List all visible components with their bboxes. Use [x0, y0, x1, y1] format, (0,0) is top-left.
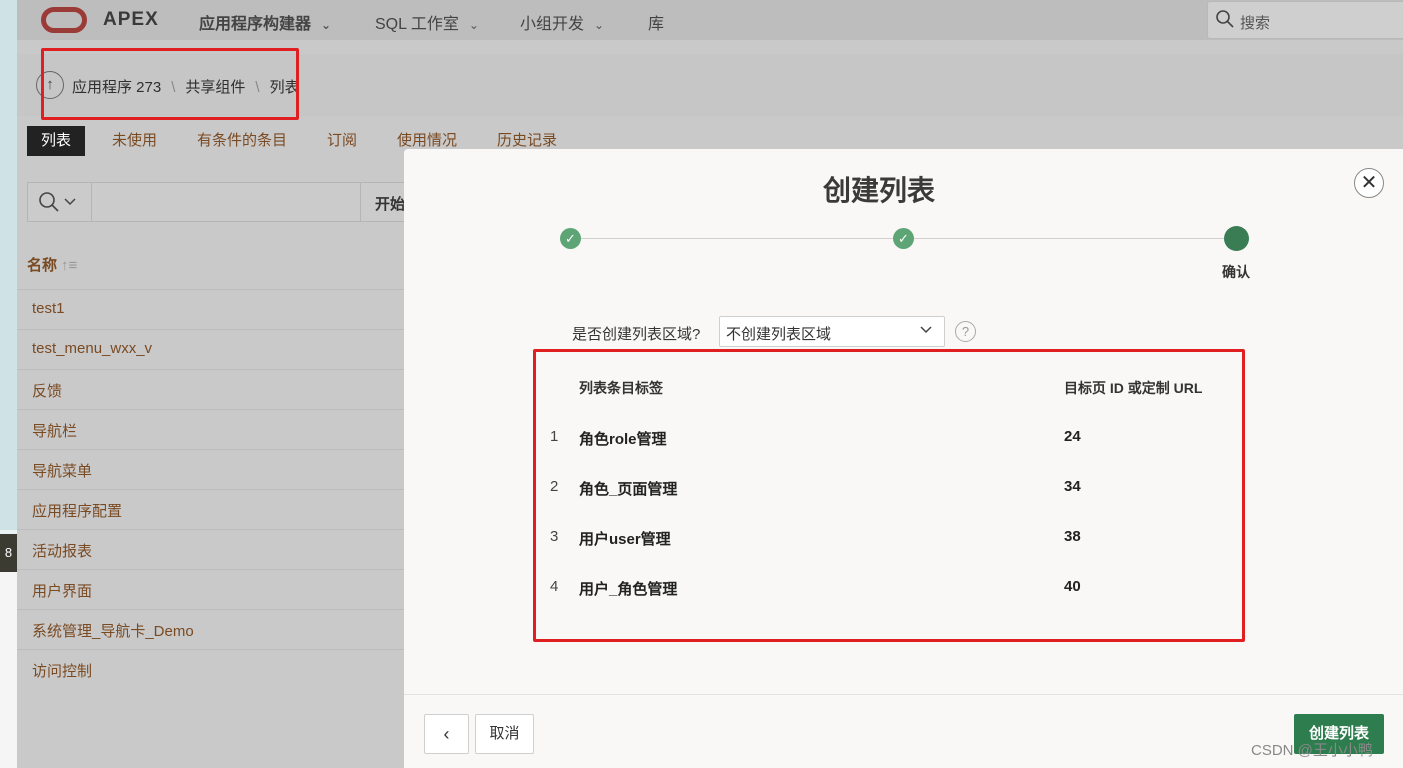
sort-ascending-icon: ↑≡: [61, 257, 78, 274]
chevron-down-icon: ⌄: [321, 18, 332, 32]
step-complete-check-icon: ✓: [560, 228, 581, 249]
column-header-entry-label: 列表条目标签: [579, 380, 663, 396]
chevron-down-icon: ⌄: [468, 18, 479, 32]
list-item[interactable]: 活动报表: [17, 529, 407, 569]
list-item[interactable]: 系统管理_导航卡_Demo: [17, 609, 407, 649]
entry-target: 40: [1064, 578, 1081, 595]
list-entries-table: 列表条目标签 目标页 ID 或定制 URL 1 角色role管理 24 2 角色…: [533, 349, 1245, 642]
nav-app-builder[interactable]: 应用程序构建器 ⌄: [199, 10, 331, 34]
entry-label: 角色role管理: [579, 431, 667, 448]
list-item[interactable]: test1: [17, 289, 407, 329]
list-item[interactable]: test_menu_wxx_v: [17, 329, 407, 369]
create-region-select[interactable]: 不创建列表区域: [719, 316, 945, 347]
entry-target: 38: [1064, 528, 1081, 545]
column-header-target: 目标页 ID 或定制 URL: [1064, 380, 1203, 396]
back-button[interactable]: ‹: [424, 714, 469, 754]
nav-sql-workshop-label: SQL 工作室: [375, 16, 459, 33]
apex-logo-text[interactable]: APEX: [103, 9, 159, 31]
left-strip-badge: 8: [0, 534, 17, 572]
list-item[interactable]: 导航菜单: [17, 449, 407, 489]
search-options-button[interactable]: [28, 183, 92, 221]
nav-gallery[interactable]: 库: [648, 10, 664, 34]
create-region-label: 是否创建列表区域?: [572, 326, 701, 343]
list-item[interactable]: 反馈: [17, 369, 407, 409]
nav-team-dev-label: 小组开发: [520, 16, 585, 33]
left-strip-top: [0, 0, 17, 530]
step-current-icon: [1224, 226, 1249, 251]
step-connector: [903, 238, 1236, 239]
dialog-title: 创建列表: [822, 175, 935, 206]
nav-app-builder-label: 应用程序构建器: [199, 16, 312, 33]
dialog-footer-divider: [404, 694, 1403, 695]
entry-label: 角色_页面管理: [579, 481, 678, 498]
row-number: 1: [550, 428, 559, 445]
cancel-button[interactable]: 取消: [475, 714, 534, 754]
tab-subscriptions[interactable]: 订阅: [327, 126, 357, 156]
list-search-row: 开始: [27, 182, 427, 222]
create-region-select-value: 不创建列表区域: [726, 326, 832, 343]
list-item[interactable]: 导航栏: [17, 409, 407, 449]
left-edge-strip: 8: [0, 0, 17, 768]
oracle-logo-icon[interactable]: [41, 7, 87, 33]
tab-lists[interactable]: 列表: [27, 126, 86, 156]
help-icon[interactable]: ?: [955, 321, 976, 342]
chevron-down-icon: ⌄: [594, 18, 605, 32]
entry-target: 24: [1064, 428, 1081, 445]
search-icon: [1216, 10, 1234, 28]
list-item[interactable]: 用户界面: [17, 569, 407, 609]
lists-report: test1 test_menu_wxx_v 反馈 导航栏 导航菜单 应用程序配置…: [17, 289, 407, 689]
step-connector: [570, 238, 903, 239]
name-column-header[interactable]: 名称 ↑≡: [27, 254, 77, 275]
chevron-down-icon: [920, 326, 932, 334]
tab-conditional-entries[interactable]: 有条件的条目: [197, 126, 287, 156]
entry-label: 用户_角色管理: [579, 581, 678, 598]
top-navigation-bar: APEX 应用程序构建器 ⌄ SQL 工作室 ⌄ 小组开发 ⌄ 库 搜索: [17, 0, 1403, 40]
watermark: CSDN @王小小鸭: [1251, 742, 1373, 759]
entry-target: 34: [1064, 478, 1081, 495]
breadcrumb-highlight-box: [41, 48, 299, 120]
wizard-progress: ✓ ✓: [560, 226, 1250, 258]
nav-sql-workshop[interactable]: SQL 工作室 ⌄: [375, 10, 479, 34]
nav-team-dev[interactable]: 小组开发 ⌄: [520, 10, 604, 34]
entry-label: 用户user管理: [579, 531, 671, 548]
row-number: 4: [550, 578, 559, 595]
tab-unused[interactable]: 未使用: [112, 126, 157, 156]
row-number: 3: [550, 528, 559, 545]
list-item[interactable]: 应用程序配置: [17, 489, 407, 529]
row-number: 2: [550, 478, 559, 495]
left-strip-bottom: [0, 572, 17, 768]
create-list-dialog: 创建列表 ✕ ✓ ✓ 确认 是否创建列表区域? 不创建列表区域 ? 列表条目标签…: [404, 149, 1403, 768]
close-icon[interactable]: ✕: [1354, 168, 1384, 198]
global-search-placeholder: 搜索: [1240, 15, 1271, 32]
step-label-confirm: 确认: [1222, 264, 1250, 280]
name-column-label: 名称: [27, 257, 58, 274]
global-search-input[interactable]: 搜索: [1207, 1, 1403, 39]
step-complete-check-icon: ✓: [893, 228, 914, 249]
list-item[interactable]: 访问控制: [17, 649, 407, 689]
search-icon: [39, 192, 76, 212]
